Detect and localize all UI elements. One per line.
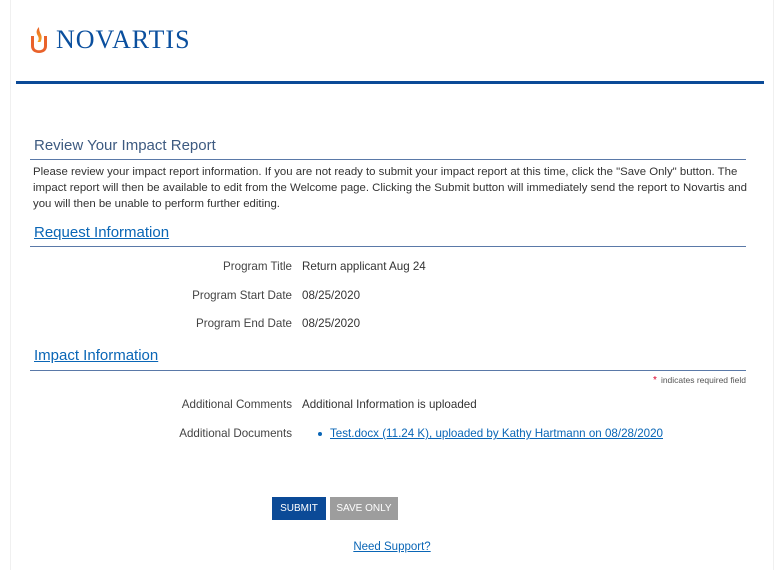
field-label: Program Title [223,260,292,273]
field-value: 08/25/2020 [302,317,361,330]
field-value: Additional Information is uploaded [302,398,477,411]
review-instructions: Please review your impact report informa… [33,166,747,210]
novartis-flame-icon [31,27,47,53]
required-star: * [653,375,657,386]
field-label: Program Start Date [192,289,292,302]
request-section-divider [30,246,746,247]
save-only-button[interactable]: SAVE ONLY [330,497,398,520]
field-label: Program End Date [195,317,292,330]
additional-documents-row: Additional Documents Test.docx (11.24 K)… [30,427,746,443]
impact-information-heading[interactable]: Impact Information [34,347,158,364]
header-divider [16,81,764,84]
required-field-note: * indicates required field [653,375,746,386]
required-note-text: indicates required field [660,375,746,385]
impact-section-divider [30,370,746,371]
field-value: Return applicant Aug 24 [302,260,426,273]
review-section-title: Review Your Impact Report [34,137,216,154]
review-section-divider [30,159,746,160]
field-value: 08/25/2020 [302,289,361,302]
document-link[interactable]: Test.docx (11.24 K), uploaded by Kathy H… [330,427,663,440]
page-frame [10,0,774,570]
additional-comments-row: Additional Comments Additional Informati… [30,398,746,414]
novartis-logo[interactable]: NOVARTIS [28,26,191,54]
field-label: Additional Documents [179,427,292,440]
program-title-row: Program Title Return applicant Aug 24 [30,260,746,276]
program-start-date-row: Program Start Date 08/25/2020 [30,289,746,305]
field-label: Additional Comments [181,398,292,411]
document-list: Test.docx (11.24 K), uploaded by Kathy H… [302,427,663,440]
bullet-icon [318,431,322,436]
support-footer: Need Support? [0,541,784,553]
program-end-date-row: Program End Date 08/25/2020 [30,317,746,333]
brand-name: NOVARTIS [56,25,191,54]
need-support-link[interactable]: Need Support? [353,541,430,553]
header: NOVARTIS [16,0,764,84]
submit-button[interactable]: SUBMIT [272,497,326,520]
list-item: Test.docx (11.24 K), uploaded by Kathy H… [302,427,663,440]
request-information-heading[interactable]: Request Information [34,224,169,241]
